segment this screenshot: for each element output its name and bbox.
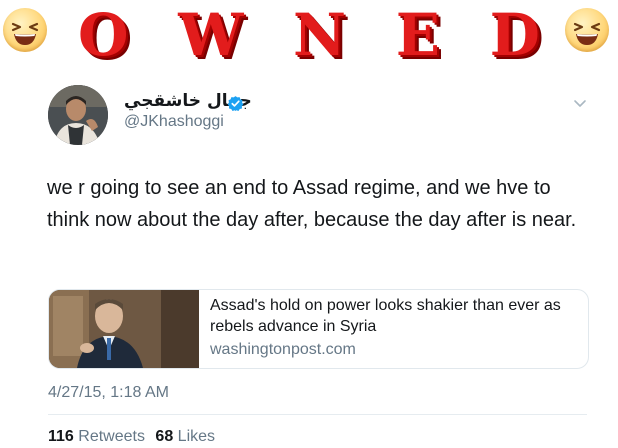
- card-title[interactable]: Assad's hold on power looks shakier than…: [210, 295, 580, 337]
- retweets-count[interactable]: 116: [48, 428, 74, 445]
- owned-letter: W: [178, 1, 244, 69]
- tweet-text: we r going to see an end to Assad regime…: [47, 177, 577, 231]
- laughing-face-icon: [3, 8, 47, 52]
- card-domain: washingtonpost.com: [210, 341, 356, 358]
- link-card[interactable]: Assad's hold on power looks shakier than…: [48, 289, 589, 369]
- verified-badge-icon: [227, 96, 244, 111]
- chevron-down-icon[interactable]: [572, 97, 588, 111]
- owned-title: O W N E D: [78, 2, 540, 68]
- likes-label[interactable]: Likes: [178, 428, 215, 445]
- owned-letter: O: [78, 1, 129, 69]
- retweets-label[interactable]: Retweets: [78, 428, 145, 445]
- owned-letter: D: [489, 1, 540, 69]
- owned-banner: O W N E D: [0, 0, 618, 72]
- card-thumbnail: [49, 290, 199, 368]
- avatar[interactable]: [48, 85, 108, 145]
- likes-count[interactable]: 68: [155, 428, 173, 445]
- tweet-stats: 116 Retweets 68 Likes: [48, 428, 215, 446]
- tweet-timestamp[interactable]: 4/27/15, 1:18 AM: [48, 384, 169, 402]
- laughing-face-icon: [565, 8, 609, 52]
- owned-letter: E: [395, 1, 440, 69]
- owned-letter: N: [293, 1, 347, 69]
- user-handle[interactable]: @JKhashoggi: [124, 113, 224, 131]
- divider: [48, 414, 587, 415]
